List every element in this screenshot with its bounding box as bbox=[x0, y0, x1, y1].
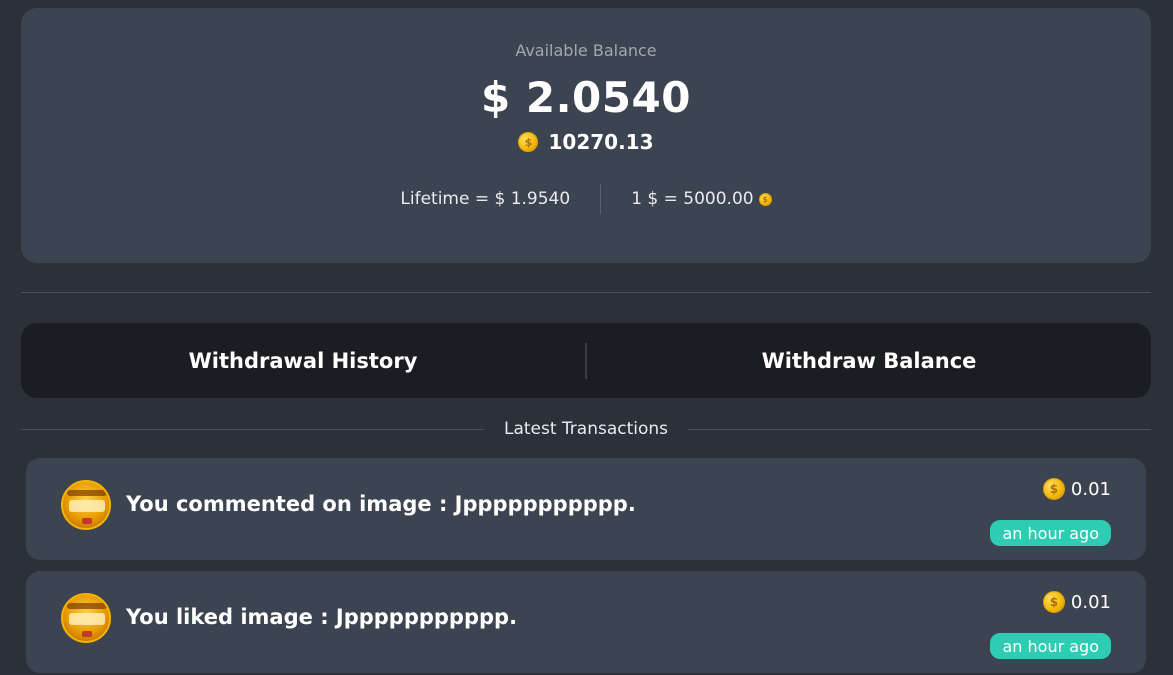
coin-balance: 10270.13 bbox=[548, 130, 654, 154]
stats-row: Lifetime = $ 1.9540 1 $ = 5000.00 $ bbox=[400, 184, 772, 214]
withdraw-balance-button[interactable]: Withdraw Balance bbox=[587, 323, 1151, 398]
transaction-time-badge: an hour ago bbox=[990, 633, 1111, 659]
coin-balance-row: $ 10270.13 bbox=[518, 130, 654, 154]
balance-label: Available Balance bbox=[515, 41, 657, 60]
balance-card: Available Balance $ 2.0540 $ 10270.13 Li… bbox=[21, 8, 1151, 263]
withdrawal-history-button[interactable]: Withdrawal History bbox=[21, 323, 585, 398]
user-avatar bbox=[61, 480, 111, 530]
transactions-header: Latest Transactions bbox=[21, 416, 1151, 442]
transactions-title: Latest Transactions bbox=[503, 419, 669, 439]
action-bar: Withdrawal History Withdraw Balance bbox=[21, 323, 1151, 398]
coin-icon: $ bbox=[518, 132, 539, 152]
lifetime-value: Lifetime = $ 1.9540 bbox=[400, 189, 571, 209]
lifetime-stat: Lifetime = $ 1.9540 bbox=[400, 189, 570, 209]
rate-value: 1 $ = 5000.00 bbox=[631, 189, 754, 209]
transaction-amount: $ 0.01 bbox=[1042, 478, 1111, 500]
header-line-right bbox=[688, 428, 1151, 430]
rate-stat: 1 $ = 5000.00 $ bbox=[631, 189, 772, 209]
section-divider bbox=[21, 292, 1151, 293]
coin-icon: $ bbox=[758, 192, 772, 206]
balance-amount: $ 2.0540 bbox=[481, 73, 691, 122]
transaction-item[interactable]: You liked image : Jppppppppppp. $ 0.01 a… bbox=[26, 571, 1146, 673]
transaction-time-badge: an hour ago bbox=[990, 520, 1111, 546]
transaction-text: You liked image : Jppppppppppp. bbox=[126, 605, 518, 629]
transaction-amount: $ 0.01 bbox=[1042, 591, 1111, 613]
transaction-text: You commented on image : Jppppppppppp. bbox=[126, 492, 636, 516]
header-line-left bbox=[21, 428, 484, 430]
coin-icon: $ bbox=[1042, 591, 1065, 613]
user-avatar bbox=[61, 593, 111, 643]
transaction-amount-value: 0.01 bbox=[1070, 591, 1111, 613]
wallet-page: Available Balance $ 2.0540 $ 10270.13 Li… bbox=[0, 0, 1173, 675]
coin-icon: $ bbox=[1042, 478, 1065, 500]
stats-divider bbox=[600, 184, 602, 214]
transaction-amount-value: 0.01 bbox=[1070, 478, 1111, 500]
transaction-item[interactable]: You commented on image : Jppppppppppp. $… bbox=[26, 458, 1146, 560]
